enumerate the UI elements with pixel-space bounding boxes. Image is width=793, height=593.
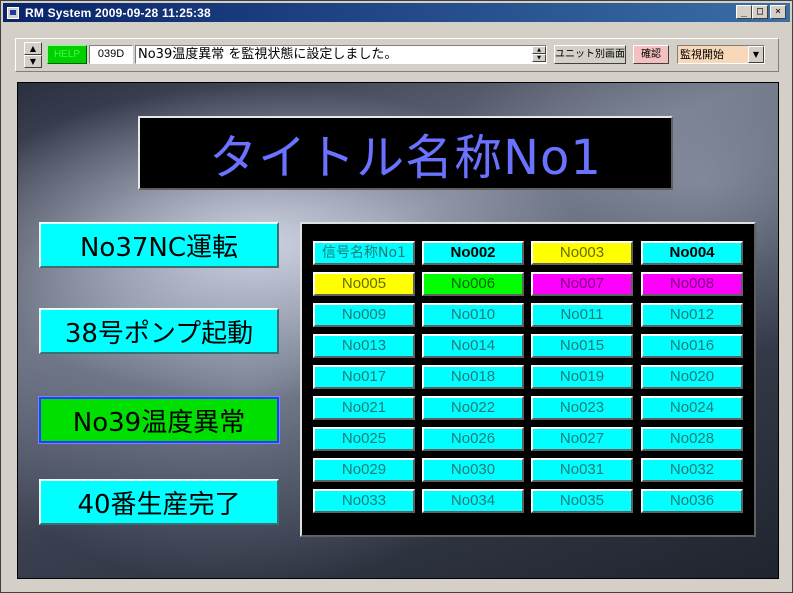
mode-select-value: 監視開始 xyxy=(680,48,724,61)
signal-cell[interactable]: No025 xyxy=(313,427,415,451)
signal-cell[interactable]: No021 xyxy=(313,396,415,420)
title-bar[interactable]: RM System 2009-09-28 11:25:38 _ □ × xyxy=(3,3,790,22)
close-button[interactable]: × xyxy=(770,5,786,19)
signal-cell[interactable]: No003 xyxy=(531,241,633,265)
signal-cell[interactable]: No031 xyxy=(531,458,633,482)
signal-cell[interactable]: No034 xyxy=(422,489,524,513)
signal-cell[interactable]: No007 xyxy=(531,272,633,296)
signal-cell[interactable]: No033 xyxy=(313,489,415,513)
signal-cell[interactable]: No036 xyxy=(641,489,743,513)
signal-cell[interactable]: No010 xyxy=(422,303,524,327)
signal-cell[interactable]: No011 xyxy=(531,303,633,327)
signal-cell[interactable]: No018 xyxy=(422,365,524,389)
signal-cell[interactable]: No024 xyxy=(641,396,743,420)
confirm-button[interactable]: 確認 xyxy=(633,45,669,64)
signal-cell[interactable]: No004 xyxy=(641,241,743,265)
app-window: RM System 2009-09-28 11:25:38 _ □ × ▲ ▼ … xyxy=(0,0,793,593)
message-scrollbar[interactable]: ▲ ▼ xyxy=(532,46,546,63)
signal-cell[interactable]: No005 xyxy=(313,272,415,296)
app-icon[interactable] xyxy=(7,6,19,19)
minimize-button[interactable]: _ xyxy=(736,5,752,19)
page-title: タイトル名称No1 xyxy=(209,130,602,186)
signal-cell[interactable]: No022 xyxy=(422,396,524,420)
signal-cell[interactable]: No016 xyxy=(641,334,743,358)
signal-button-38[interactable]: 38号ポンプ起動 xyxy=(39,308,279,354)
signal-cell[interactable]: No032 xyxy=(641,458,743,482)
signal-cell[interactable]: No012 xyxy=(641,303,743,327)
message-spinner: ▲ ▼ xyxy=(24,42,42,68)
maximize-button[interactable]: □ xyxy=(752,5,768,19)
spin-down-icon[interactable]: ▼ xyxy=(24,55,42,68)
signal-grid: 信号名称No1 No002 No003 No004 No005 No006 No007 No0… xyxy=(300,222,756,537)
signal-button-39[interactable]: No39温度異常 xyxy=(38,396,280,444)
signal-cell[interactable]: No014 xyxy=(422,334,524,358)
signal-cell[interactable]: No027 xyxy=(531,427,633,451)
signal-cell[interactable]: No009 xyxy=(313,303,415,327)
window-title: RM System 2009-09-28 11:25:38 xyxy=(25,5,211,20)
monitor-panel: タイトル名称No1 No37NC運転 38号ポンプ起動 No39温度異常 40番… xyxy=(17,82,779,579)
chevron-down-icon[interactable]: ▼ xyxy=(748,46,764,63)
signal-cell[interactable]: 信号名称No1 xyxy=(313,241,415,265)
mode-select[interactable]: 監視開始 ▼ xyxy=(677,45,765,64)
signal-cell[interactable]: No017 xyxy=(313,365,415,389)
signal-cell[interactable]: No023 xyxy=(531,396,633,420)
signal-cell[interactable]: No020 xyxy=(641,365,743,389)
signal-cell[interactable]: No028 xyxy=(641,427,743,451)
window-controls: _ □ × xyxy=(736,5,786,19)
spin-up-icon[interactable]: ▲ xyxy=(24,42,42,55)
signal-cell[interactable]: No029 xyxy=(313,458,415,482)
signal-cell[interactable]: No006 xyxy=(422,272,524,296)
signal-cell[interactable]: No026 xyxy=(422,427,524,451)
signal-cell[interactable]: No013 xyxy=(313,334,415,358)
help-button[interactable]: HELP xyxy=(47,45,87,64)
signal-cell[interactable]: No002 xyxy=(422,241,524,265)
signal-cell[interactable]: No008 xyxy=(641,272,743,296)
message-field[interactable]: No39温度異常 を監視状態に設定しました。 xyxy=(135,45,547,64)
unit-screen-button[interactable]: ユニット別画面 xyxy=(554,45,626,64)
signal-button-37[interactable]: No37NC運転 xyxy=(39,222,279,268)
title-display: タイトル名称No1 xyxy=(138,116,673,190)
signal-cell[interactable]: No015 xyxy=(531,334,633,358)
scroll-down-icon[interactable]: ▼ xyxy=(532,54,546,62)
scroll-up-icon[interactable]: ▲ xyxy=(532,46,546,54)
signal-button-40[interactable]: 40番生産完了 xyxy=(39,479,279,525)
signal-cell[interactable]: No030 xyxy=(422,458,524,482)
message-code: 039D xyxy=(89,45,133,64)
toolbar: ▲ ▼ HELP 039D No39温度異常 を監視状態に設定しました。 ▲ ▼… xyxy=(15,38,779,72)
signal-cell[interactable]: No019 xyxy=(531,365,633,389)
signal-cell[interactable]: No035 xyxy=(531,489,633,513)
